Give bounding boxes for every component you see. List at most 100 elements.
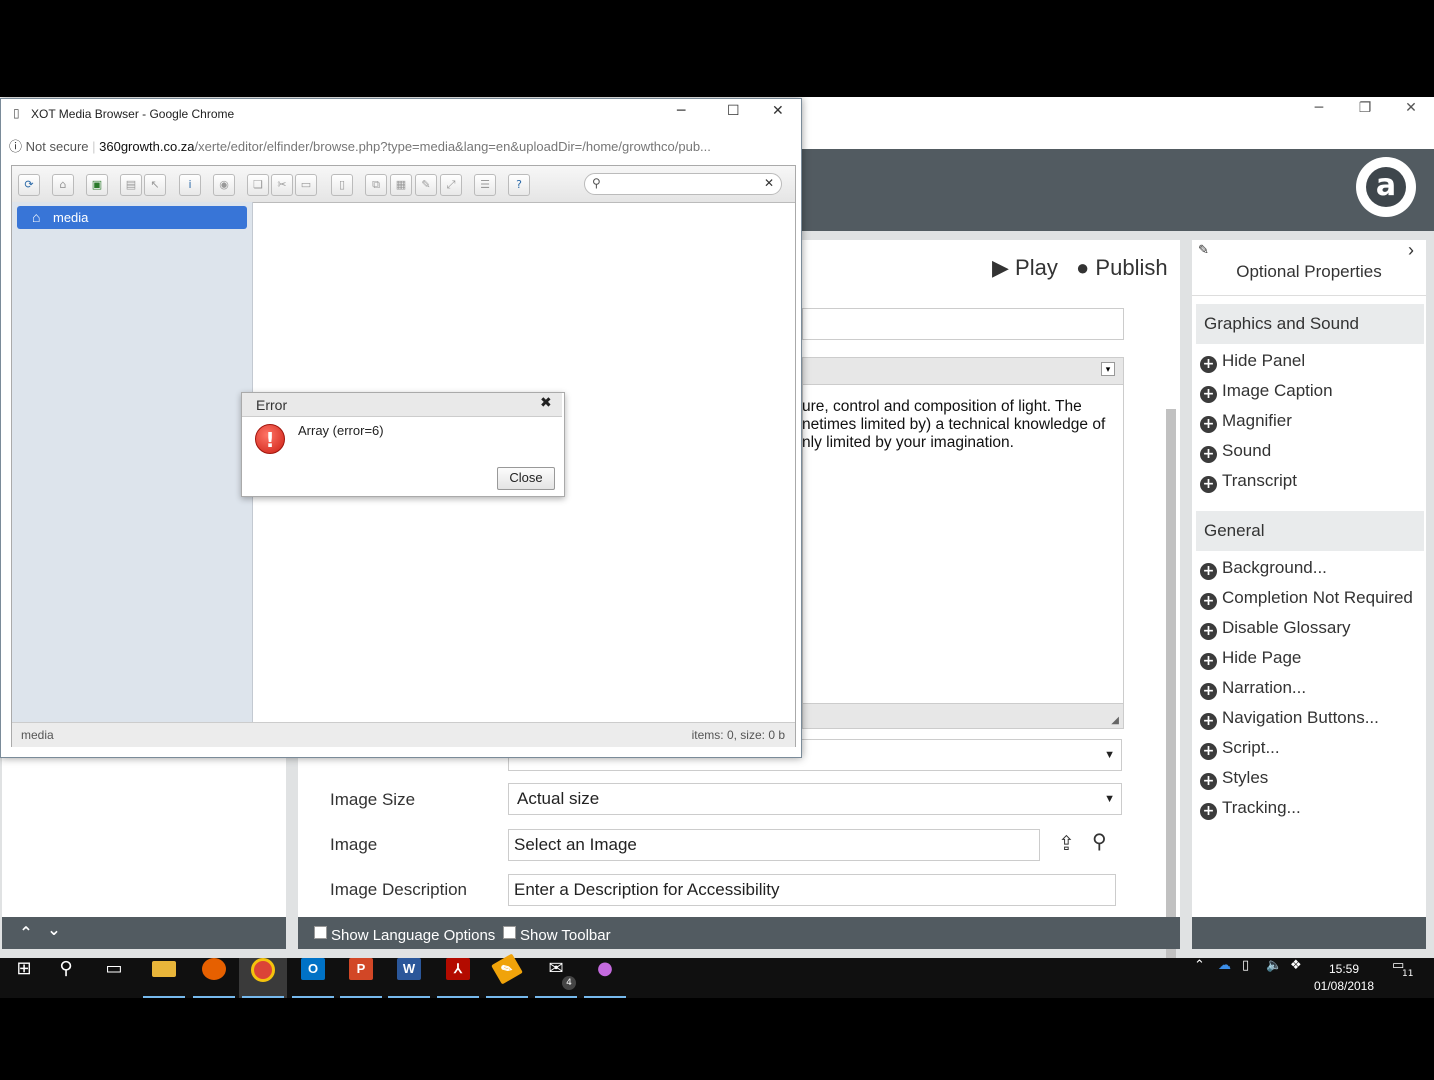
- extract-icon[interactable]: ▦: [390, 174, 412, 196]
- error-message: Array (error=6): [298, 423, 384, 438]
- info-icon[interactable]: ⓘ: [9, 139, 22, 154]
- plus-circle-icon: +: [1200, 743, 1217, 760]
- add-background[interactable]: + Background...: [1200, 558, 1327, 580]
- resize-handle-icon[interactable]: ◢: [1111, 715, 1119, 726]
- add-script[interactable]: + Script...: [1200, 738, 1280, 760]
- minimize-icon[interactable]: ─: [1296, 97, 1342, 119]
- add-magnifier[interactable]: + Magnifier: [1200, 411, 1292, 433]
- image-description-input[interactable]: Enter a Description for Accessibility: [508, 874, 1116, 906]
- disk-icon[interactable]: ▤: [120, 174, 142, 196]
- status-path: media: [21, 728, 54, 742]
- add-styles[interactable]: + Styles: [1200, 768, 1268, 790]
- text-editor-statusbar: ◢: [802, 703, 1124, 729]
- chevron-up-icon[interactable]: ⌃: [1194, 958, 1205, 998]
- search-icon[interactable]: ⚲: [1092, 829, 1107, 854]
- sticky-tool-icon[interactable]: ✎: [483, 953, 531, 998]
- plus-circle-icon: +: [1200, 593, 1217, 610]
- clock-time: 15:59: [1328, 962, 1360, 976]
- add-hide-panel[interactable]: + Hide Panel: [1200, 351, 1305, 373]
- firefox-icon[interactable]: [190, 958, 238, 998]
- delete-icon[interactable]: ▯: [331, 174, 353, 196]
- notifications-icon[interactable]: ▭ 11: [1392, 958, 1413, 998]
- optional-properties-panel: ✎ › Optional Properties Graphics and Sou…: [1192, 240, 1426, 948]
- edit-icon[interactable]: ✎: [415, 174, 437, 196]
- reload-icon[interactable]: ⟳: [18, 174, 40, 196]
- resize-icon[interactable]: ⤢: [440, 174, 462, 196]
- windows-start-icon[interactable]: ⊞: [0, 958, 48, 998]
- add-narration[interactable]: + Narration...: [1200, 678, 1306, 700]
- file-manager-toolbar: ⟳ ⌂ ▣ ▤ ↖ i ◉ ❏ ✂ ▭ ▯ ⧉ ▦ ✎ ⤢ ☰ ? ⚲ ✕: [12, 166, 795, 203]
- chevron-right-icon[interactable]: ›: [1408, 240, 1414, 261]
- toolbar-toggle-icon[interactable]: ▾: [1101, 362, 1115, 376]
- add-image-caption[interactable]: + Image Caption: [1200, 381, 1333, 403]
- clear-search-icon[interactable]: ✕: [764, 176, 774, 190]
- image-input[interactable]: Select an Image: [508, 829, 1040, 861]
- properties-footer: Show Language Options Show Toolbar: [298, 917, 1180, 949]
- maximize-icon[interactable]: ☐: [727, 103, 740, 119]
- add-disable-glossary[interactable]: + Disable Glossary: [1200, 618, 1351, 640]
- checkbox-icon[interactable]: [503, 926, 516, 939]
- duplicate-icon[interactable]: ⧉: [365, 174, 387, 196]
- select-icon[interactable]: ↖: [144, 174, 166, 196]
- add-completion-not-required[interactable]: + Completion Not Required: [1200, 588, 1413, 610]
- add-tracking[interactable]: + Tracking...: [1200, 798, 1301, 820]
- outlook-icon[interactable]: O: [289, 958, 337, 998]
- powerpoint-icon[interactable]: P: [337, 958, 385, 998]
- task-view-icon[interactable]: ▭: [90, 958, 138, 998]
- image-size-select[interactable]: Actual size ▼: [508, 783, 1122, 815]
- preview-icon[interactable]: ◉: [213, 174, 235, 196]
- mail-icon[interactable]: ✉ 4: [532, 958, 580, 998]
- close-icon[interactable]: ✖: [540, 395, 552, 411]
- address-text[interactable]: ⓘ Not secure | 360growth.co.za/xerte/edi…: [9, 136, 711, 155]
- view-icon[interactable]: ☰: [474, 174, 496, 196]
- info-icon[interactable]: i: [179, 174, 201, 196]
- plus-circle-icon: +: [1200, 773, 1217, 790]
- play-button[interactable]: ▶ Play: [992, 255, 1058, 281]
- restore-icon[interactable]: ❐: [1342, 97, 1388, 119]
- publish-button[interactable]: ● Publish: [1076, 255, 1168, 281]
- paste-icon[interactable]: ▭: [295, 174, 317, 196]
- onedrive-icon[interactable]: ☁: [1218, 958, 1231, 998]
- play-icon: ▶: [992, 255, 1009, 280]
- close-icon[interactable]: ✕: [772, 103, 784, 119]
- scroll-thumb[interactable]: [1166, 409, 1176, 979]
- acrobat-icon[interactable]: ⅄: [434, 958, 482, 998]
- clock[interactable]: 15:59 01/08/2018: [1310, 961, 1378, 995]
- chrome-icon[interactable]: [239, 958, 287, 998]
- section-graphics-and-sound: Graphics and Sound: [1196, 304, 1424, 344]
- move-up-icon[interactable]: ⌃: [16, 923, 36, 943]
- status-info: items: 0, size: 0 b: [691, 728, 785, 742]
- file-explorer-icon[interactable]: [140, 958, 188, 998]
- word-icon[interactable]: W: [385, 958, 433, 998]
- image-label: Image: [330, 835, 378, 854]
- add-navigation-buttons[interactable]: + Navigation Buttons...: [1200, 708, 1379, 730]
- show-toolbar-checkbox[interactable]: Show Toolbar: [503, 926, 611, 944]
- maps-pin-icon[interactable]: ●: [581, 958, 629, 998]
- title-input[interactable]: [802, 308, 1124, 340]
- volume-icon[interactable]: 🔈: [1266, 958, 1282, 998]
- add-sound[interactable]: + Sound: [1200, 441, 1271, 463]
- properties-scrollbar[interactable]: [1166, 409, 1176, 979]
- search-icon[interactable]: ⚲: [42, 958, 90, 998]
- home-icon[interactable]: ⌂: [52, 174, 74, 196]
- cut-icon[interactable]: ✂: [271, 174, 293, 196]
- help-icon[interactable]: ?: [508, 174, 530, 196]
- save-icon[interactable]: ▣: [86, 174, 108, 196]
- pin-icon[interactable]: ✎: [1198, 242, 1209, 258]
- tree-item-media[interactable]: ⌂ media: [17, 206, 247, 229]
- close-icon[interactable]: ✕: [1388, 97, 1434, 119]
- network-icon[interactable]: ▯: [1242, 958, 1249, 998]
- upload-icon[interactable]: ⇪: [1058, 831, 1075, 856]
- dropbox-icon[interactable]: ❖: [1290, 958, 1302, 998]
- show-language-options-checkbox[interactable]: Show Language Options: [314, 926, 495, 944]
- checkbox-icon[interactable]: [314, 926, 327, 939]
- add-hide-page[interactable]: + Hide Page: [1200, 648, 1301, 670]
- add-transcript[interactable]: + Transcript: [1200, 471, 1297, 493]
- move-down-icon[interactable]: ⌄: [44, 920, 64, 940]
- copy-icon[interactable]: ❏: [247, 174, 269, 196]
- plus-circle-icon: +: [1200, 563, 1217, 580]
- close-button[interactable]: Close: [497, 467, 555, 490]
- plus-circle-icon: +: [1200, 623, 1217, 640]
- search-input[interactable]: ⚲ ✕: [584, 173, 782, 195]
- minimize-icon[interactable]: ─: [677, 103, 685, 119]
